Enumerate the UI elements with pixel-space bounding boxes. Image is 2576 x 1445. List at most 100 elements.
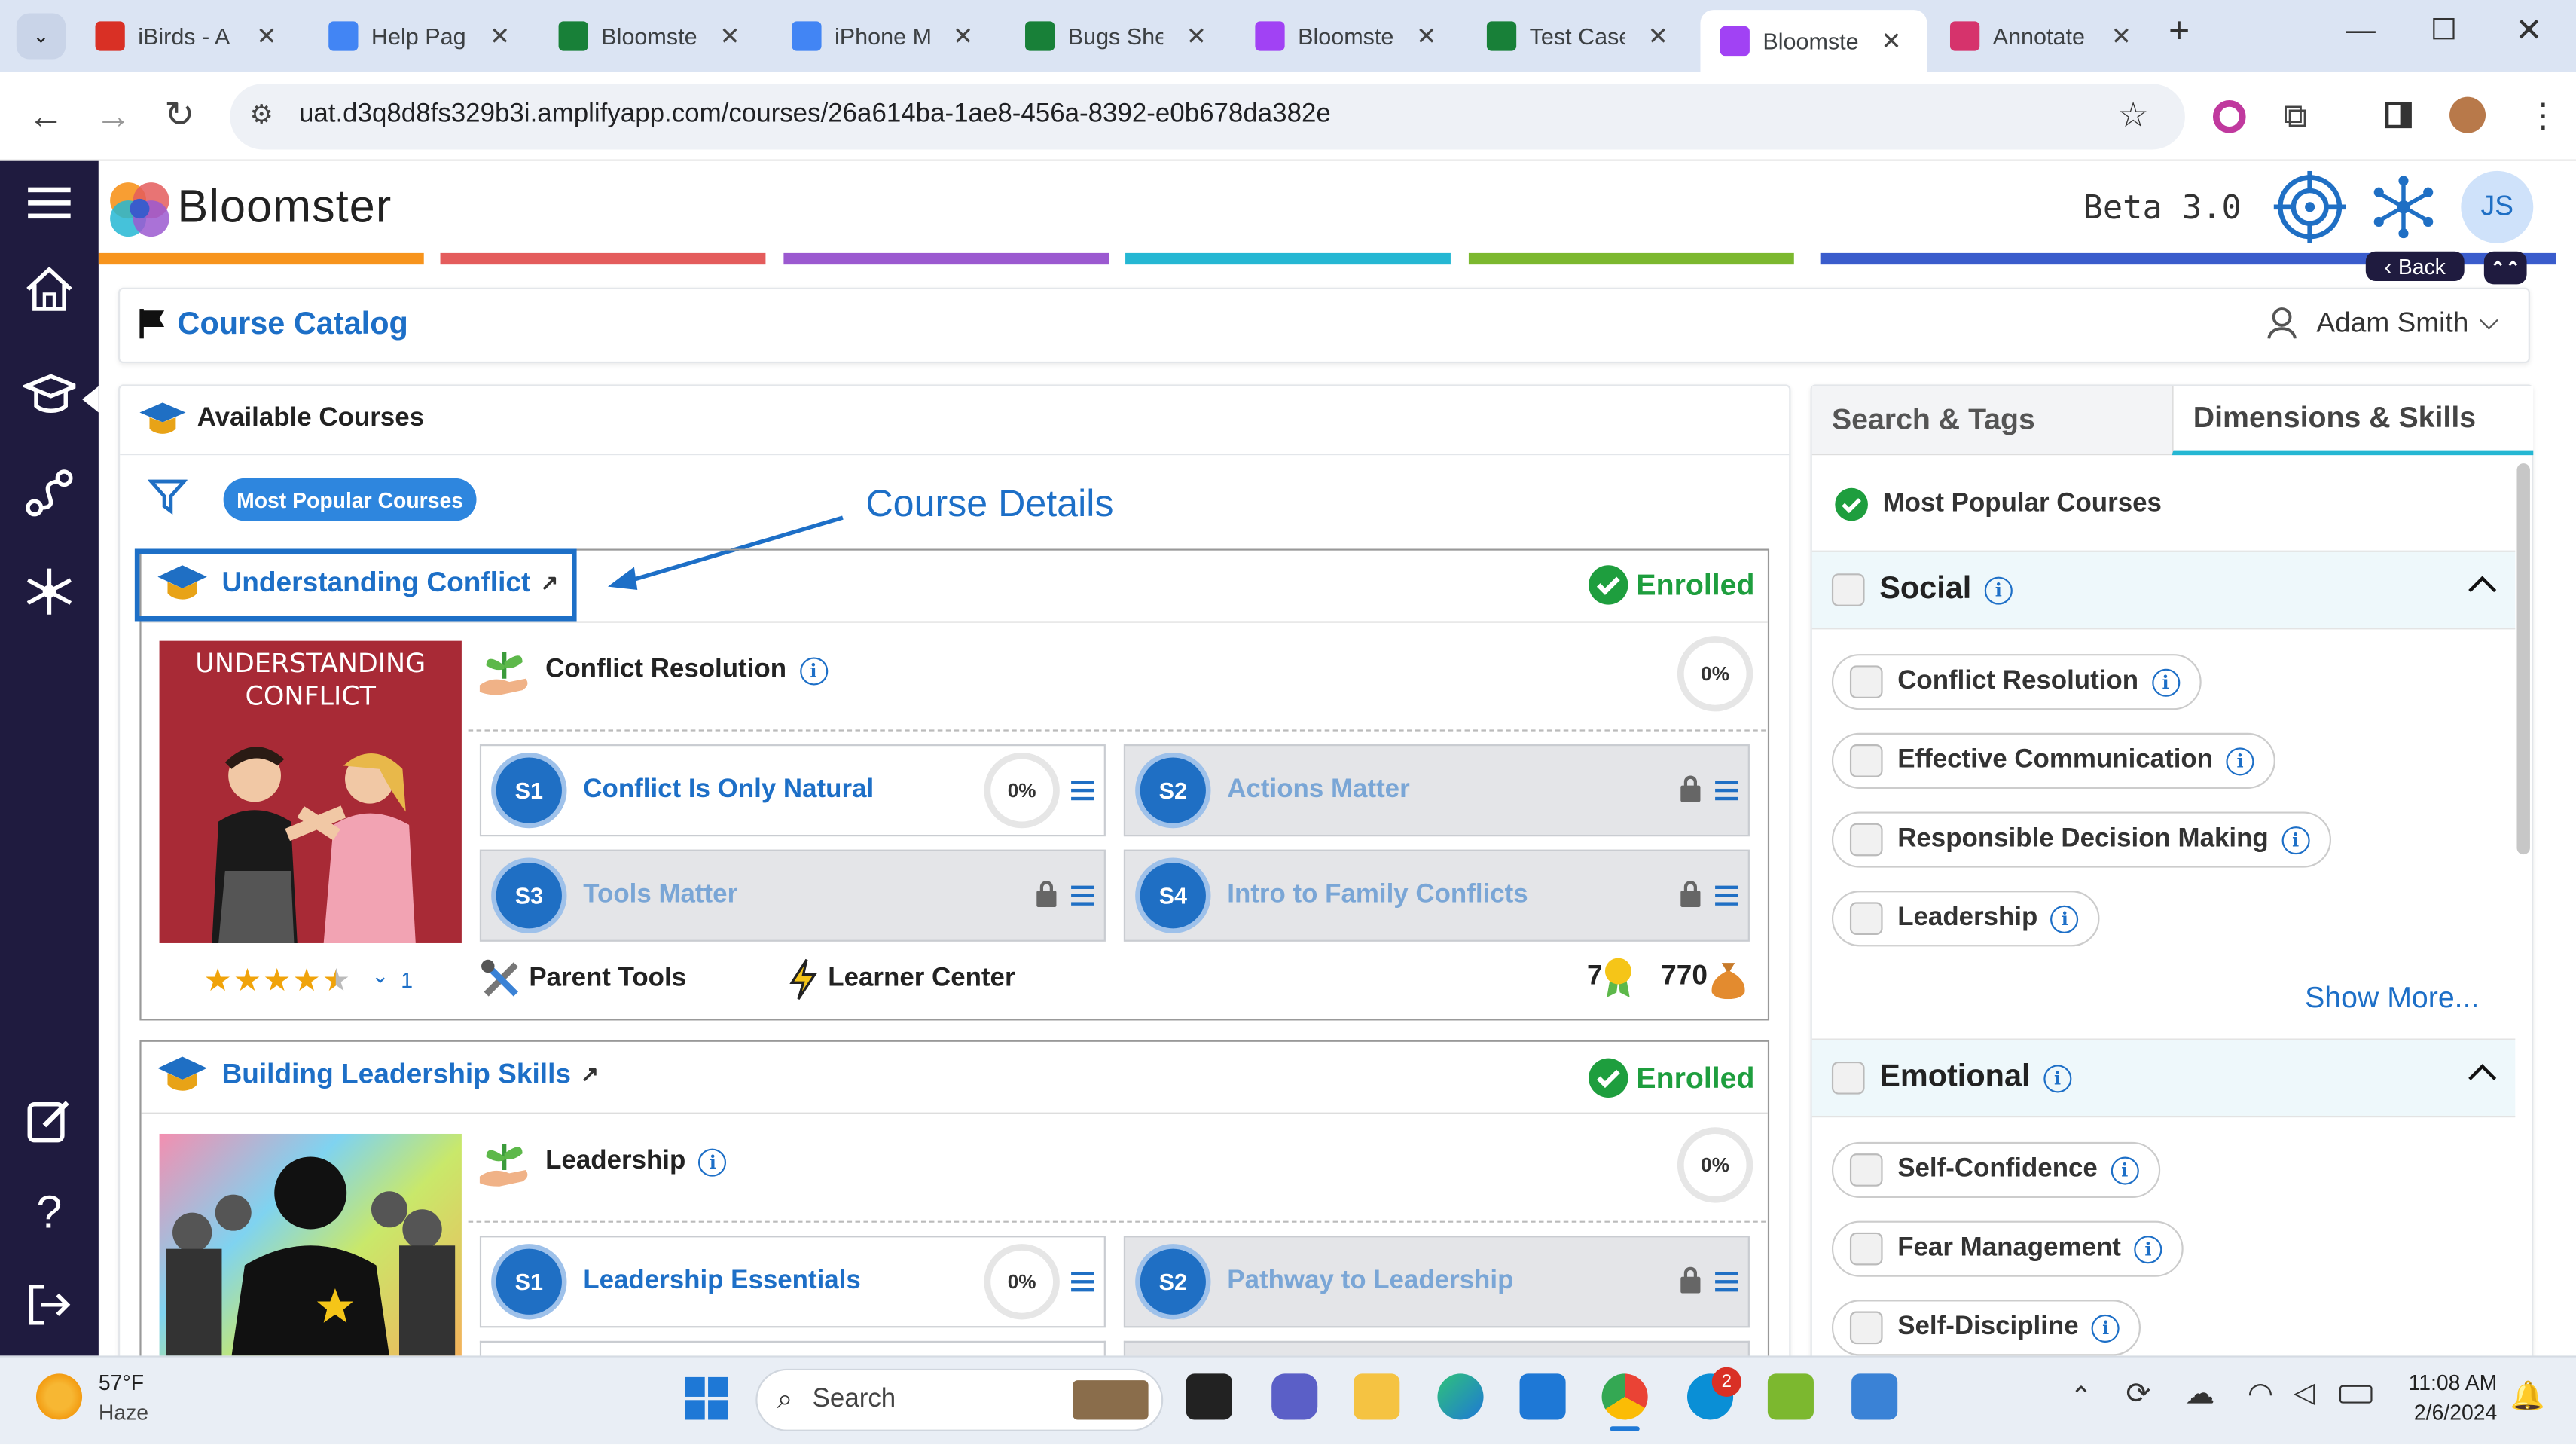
browser-tab[interactable]: iBirds - A ✕ (75, 10, 302, 63)
tab-close-icon[interactable]: ✕ (1416, 21, 1436, 51)
learner-center-link[interactable]: Learner Center (787, 958, 1015, 1001)
user-avatar[interactable]: JS (2461, 170, 2534, 243)
session-card-s2[interactable]: S2 Actions Matter (1123, 744, 1750, 837)
session-name[interactable]: Pathway to Leadership (1227, 1267, 1513, 1297)
forward-nav-icon[interactable]: → (96, 96, 132, 139)
edge-icon[interactable] (1437, 1373, 1484, 1420)
profile-avatar-icon[interactable] (2449, 96, 2486, 133)
tab-close-icon[interactable]: ✕ (953, 21, 973, 51)
filter-pill[interactable]: Most Popular Courses (223, 478, 477, 521)
external-link-icon[interactable]: ↗ (540, 570, 558, 597)
session-name[interactable]: Tools Matter (583, 881, 737, 910)
bloomster-logo-icon[interactable] (107, 176, 172, 249)
session-card-s4[interactable]: S4 Intro to Family Conflicts (1123, 849, 1750, 942)
skill-checkbox[interactable] (1849, 823, 1883, 857)
tab-search-button[interactable]: ⌄ (16, 13, 66, 60)
browser-tab[interactable]: Test Case ✕ (1467, 10, 1694, 63)
session-card-s1[interactable]: S1 Conflict Is Only Natural 0% (479, 744, 1106, 837)
skill-checkbox[interactable] (1849, 1153, 1883, 1187)
menu-hamburger-icon[interactable] (23, 178, 76, 231)
info-icon[interactable]: i (2050, 904, 2079, 933)
session-menu-icon[interactable] (1071, 1272, 1094, 1292)
section-social[interactable]: Social i (1811, 550, 2516, 630)
info-icon[interactable]: i (2043, 1064, 2072, 1092)
info-icon[interactable]: i (698, 1147, 727, 1176)
info-icon[interactable]: i (2226, 747, 2254, 775)
browser-tab[interactable]: iPhone M ✕ (772, 10, 999, 63)
skill-chip[interactable]: Self-Confidence i (1831, 1141, 2160, 1199)
battery-icon[interactable] (2339, 1385, 2373, 1404)
task-view-icon[interactable] (1186, 1373, 1232, 1420)
site-info-icon[interactable]: ⚙ (250, 99, 273, 132)
help-icon[interactable]: ? (23, 1187, 76, 1239)
teams-icon[interactable] (1271, 1373, 1318, 1420)
cloud-off-icon[interactable]: ☁ (2185, 1377, 2214, 1412)
parent-tools-link[interactable]: Parent Tools (480, 958, 686, 1001)
courses-graduation-icon[interactable] (23, 368, 76, 421)
restore-button[interactable] (2433, 17, 2455, 40)
session-name[interactable]: Leadership Essentials (583, 1267, 861, 1297)
back-nav-icon[interactable]: ← (28, 96, 64, 139)
target-icon[interactable] (2273, 170, 2346, 252)
network-icon[interactable] (23, 565, 76, 618)
minimize-button[interactable]: — (2346, 13, 2376, 47)
chevron-up-icon[interactable] (2468, 1064, 2497, 1092)
tab-close-icon[interactable]: ✕ (490, 21, 510, 51)
browser-tab[interactable]: Bloomster ✕ (1235, 10, 1462, 63)
tab-close-icon[interactable]: ✕ (719, 21, 740, 51)
show-more-link[interactable]: Show More... (2305, 981, 2479, 1016)
panel-scrollbar[interactable] (2516, 463, 2530, 855)
taskbar-search[interactable]: ⌕ Search (755, 1368, 1164, 1431)
chevron-down-icon[interactable]: ⌄ (371, 963, 389, 989)
weather-sun-icon[interactable] (35, 1373, 83, 1420)
logout-icon[interactable] (23, 1279, 76, 1331)
browser-tab[interactable]: Bugs Shee ✕ (1006, 10, 1232, 63)
skill-checkbox[interactable] (1849, 1232, 1883, 1266)
skill-checkbox[interactable] (1849, 1311, 1883, 1345)
clock-time[interactable]: 11:08 AM (2398, 1370, 2498, 1395)
info-icon[interactable]: i (2151, 668, 2180, 696)
side-panel-icon[interactable] (2385, 102, 2412, 129)
skill-chip[interactable]: Effective Communication i (1831, 732, 2275, 789)
info-icon[interactable]: i (1984, 576, 2013, 604)
info-icon[interactable]: i (799, 656, 828, 685)
extensions-puzzle-icon[interactable]: ⧉ (2284, 99, 2307, 136)
skill-chip[interactable]: Conflict Resolution i (1831, 654, 2201, 710)
tab-close-icon[interactable]: ✕ (1881, 26, 1901, 56)
sync-icon[interactable]: ⟳ (2126, 1377, 2150, 1412)
home-icon[interactable] (23, 263, 76, 316)
info-icon[interactable]: i (2134, 1235, 2162, 1263)
skill-checkbox[interactable] (1849, 665, 1883, 698)
edit-icon[interactable] (23, 1095, 76, 1147)
user-dropdown[interactable]: Adam Smith (2267, 307, 2498, 341)
skill-chip[interactable]: Self-Discipline i (1831, 1300, 2141, 1356)
browser-tab[interactable]: Bloomster ✕ (1700, 10, 1927, 72)
session-card-s1[interactable]: S1 Leadership Essentials 0% (479, 1236, 1106, 1328)
skill-chip[interactable]: Leadership i (1831, 891, 2101, 947)
extension-icon[interactable] (2212, 100, 2246, 133)
browser-tab[interactable]: Help Page ✕ (309, 10, 536, 63)
skill-checkbox[interactable] (1849, 744, 1883, 777)
clock-date[interactable]: 2/6/2024 (2398, 1400, 2497, 1425)
notification-bell-icon[interactable]: 🔔 (2510, 1380, 2545, 1413)
wifi-icon[interactable]: ◠ (2248, 1377, 2273, 1412)
browser-tab[interactable]: Bloomster ✕ (539, 10, 765, 63)
file-explorer-icon[interactable] (1354, 1373, 1400, 1420)
tray-chevron-icon[interactable]: ⌃ (2070, 1380, 2092, 1413)
chart-app-icon[interactable] (1767, 1373, 1814, 1420)
session-menu-icon[interactable] (1715, 781, 1738, 801)
tab-close-icon[interactable]: ✕ (1648, 21, 1668, 51)
browser-tab[interactable]: Annotate ✕ (1930, 10, 2157, 63)
session-name[interactable]: Conflict Is Only Natural (583, 775, 874, 805)
skill-chip[interactable]: Fear Management i (1831, 1220, 2184, 1277)
social-checkbox[interactable] (1831, 573, 1865, 606)
info-icon[interactable]: i (2092, 1313, 2120, 1342)
external-link-icon[interactable]: ↗ (581, 1062, 599, 1088)
star-rating[interactable]: ★ ★ ★ ★ ★ (203, 963, 352, 1001)
session-name[interactable]: Actions Matter (1227, 775, 1409, 805)
photos-icon[interactable] (1851, 1373, 1898, 1420)
reload-icon[interactable]: ↻ (164, 93, 194, 136)
session-menu-icon[interactable] (1715, 1272, 1738, 1292)
store-icon[interactable] (1519, 1373, 1566, 1420)
session-menu-icon[interactable] (1071, 885, 1094, 906)
